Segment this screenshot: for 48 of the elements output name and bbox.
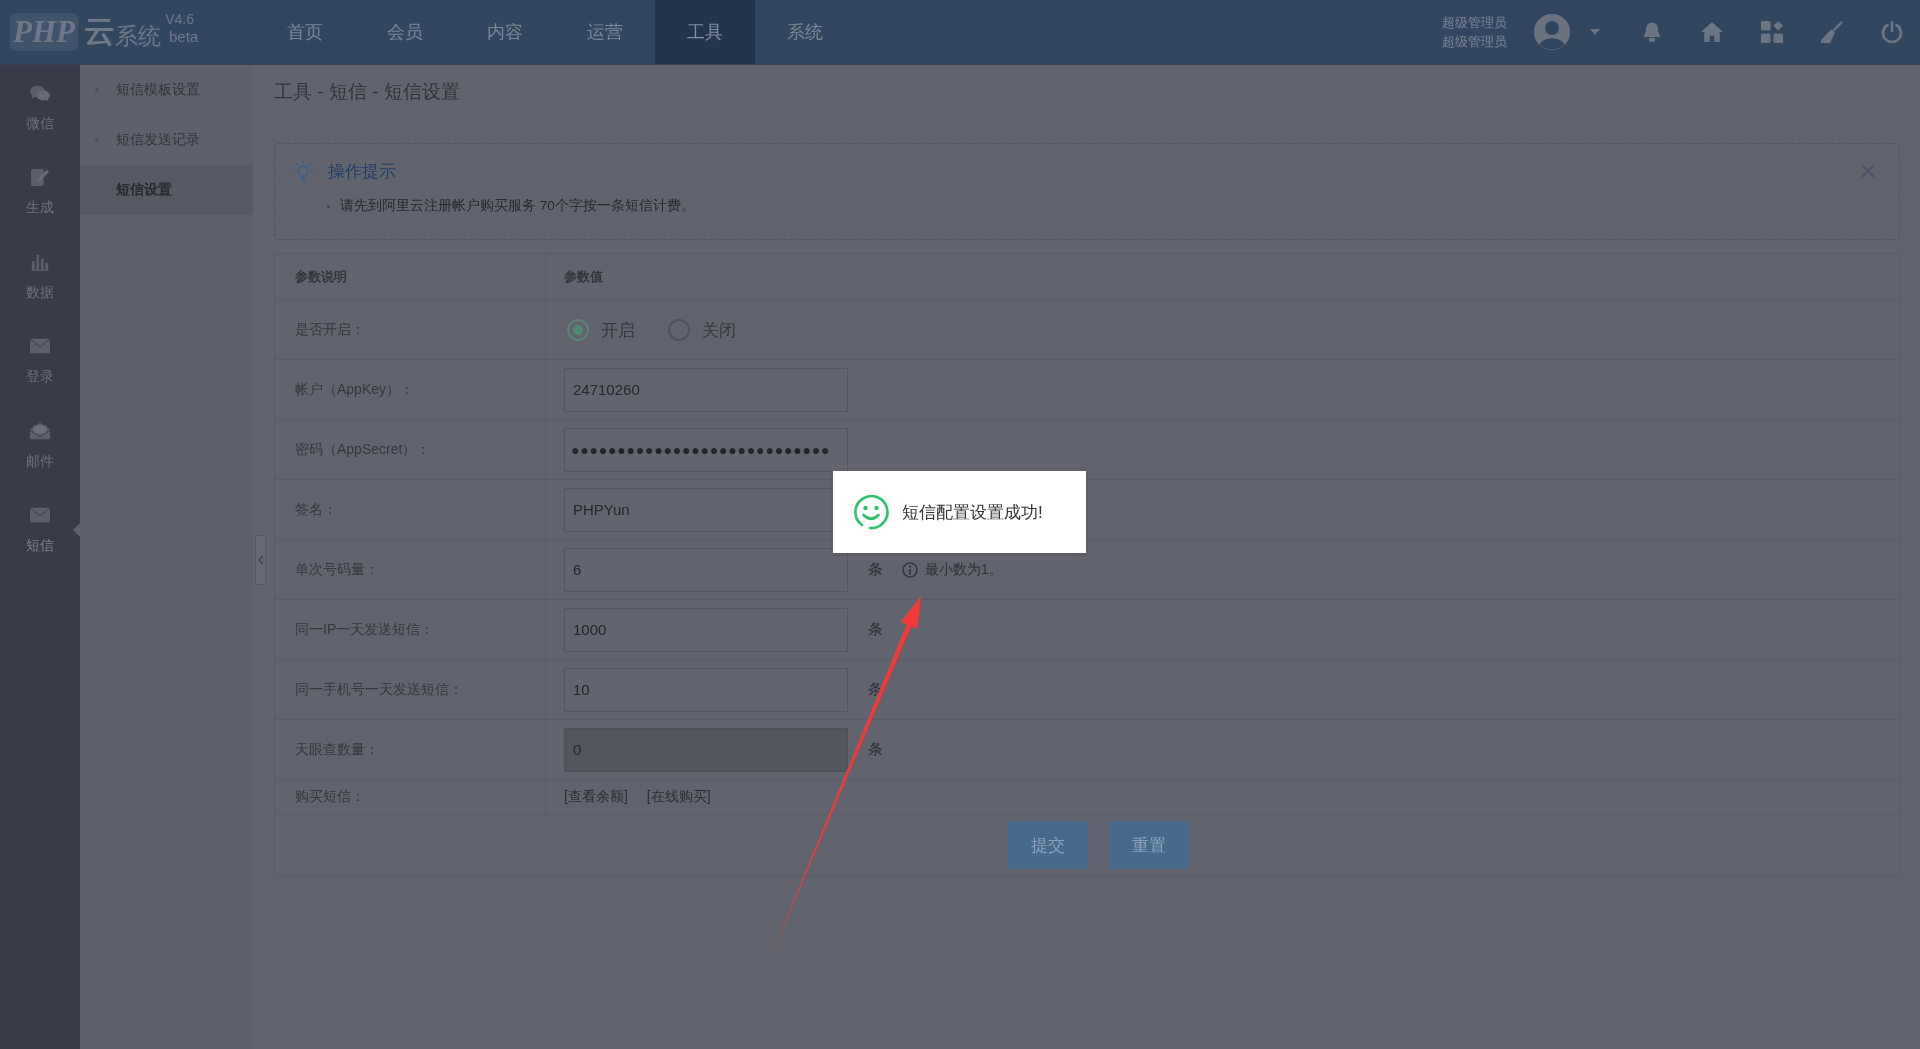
chevron-left-icon xyxy=(257,555,264,565)
user-name: 超级管理员 xyxy=(1442,33,1507,51)
bar-chart-icon xyxy=(30,252,50,271)
input-field[interactable]: 1000 xyxy=(564,607,848,652)
version-label: V4.6 xyxy=(165,10,194,28)
nav-tab[interactable]: 会员 xyxy=(355,0,455,64)
sidebar-item[interactable]: 短信 xyxy=(0,487,80,572)
input-field[interactable]: 24710260 xyxy=(564,367,848,412)
tip-text: 请先到阿里云注册帐户购买服务 70个字按一条短信计费。 xyxy=(340,197,695,215)
nav-tab[interactable]: 内容 xyxy=(455,0,555,64)
logo-name: 系统 xyxy=(115,23,161,51)
smiley-icon xyxy=(853,494,889,530)
unit-label: 条 xyxy=(868,560,883,579)
letter-icon xyxy=(30,421,50,440)
home-icon[interactable] xyxy=(1701,21,1723,43)
toast-text: 短信配置设置成功! xyxy=(902,501,1043,524)
nav-tab[interactable]: 运营 xyxy=(555,0,655,64)
bell-icon[interactable] xyxy=(1641,21,1663,43)
tips-title: 操作提示 xyxy=(328,160,396,183)
close-icon[interactable] xyxy=(1861,164,1875,178)
edit-icon xyxy=(30,168,50,187)
form-button[interactable]: 重置 xyxy=(1108,821,1189,869)
envelope-icon xyxy=(30,506,50,525)
user-name: 超级管理员 xyxy=(1442,14,1507,32)
avatar-icon[interactable] xyxy=(1534,14,1570,50)
nav-tab[interactable]: 系统 xyxy=(755,0,855,64)
form-button[interactable]: 提交 xyxy=(1007,821,1088,869)
unit-label: 条 xyxy=(868,740,883,759)
input-field[interactable]: 6 xyxy=(564,547,848,592)
edition-label: beta xyxy=(169,28,199,46)
caret-icon[interactable] xyxy=(1590,29,1600,35)
chat-icon xyxy=(30,83,50,102)
info-icon xyxy=(902,561,918,578)
input-field[interactable]: 10 xyxy=(564,667,848,712)
collapse-handle[interactable] xyxy=(255,535,266,585)
lightbulb-icon xyxy=(292,160,314,182)
power-icon[interactable] xyxy=(1881,21,1903,43)
text-link[interactable]: [查看余额] xyxy=(564,788,628,806)
hint-text: 最小数为1。 xyxy=(925,560,1003,579)
input-field[interactable]: ●●●●●●●●●●●●●●●●●●●●●●●●●●●● xyxy=(564,427,848,472)
broom-icon[interactable] xyxy=(1821,21,1843,43)
nav-tab[interactable]: 工具 xyxy=(655,0,755,64)
envelope-icon xyxy=(30,337,50,356)
text-link[interactable]: [在线购买] xyxy=(646,788,711,806)
unit-label: 条 xyxy=(868,620,883,639)
grid-icon[interactable] xyxy=(1761,21,1783,43)
nav-tab[interactable]: 首页 xyxy=(255,0,355,64)
logo-mark: 云 xyxy=(84,13,115,51)
